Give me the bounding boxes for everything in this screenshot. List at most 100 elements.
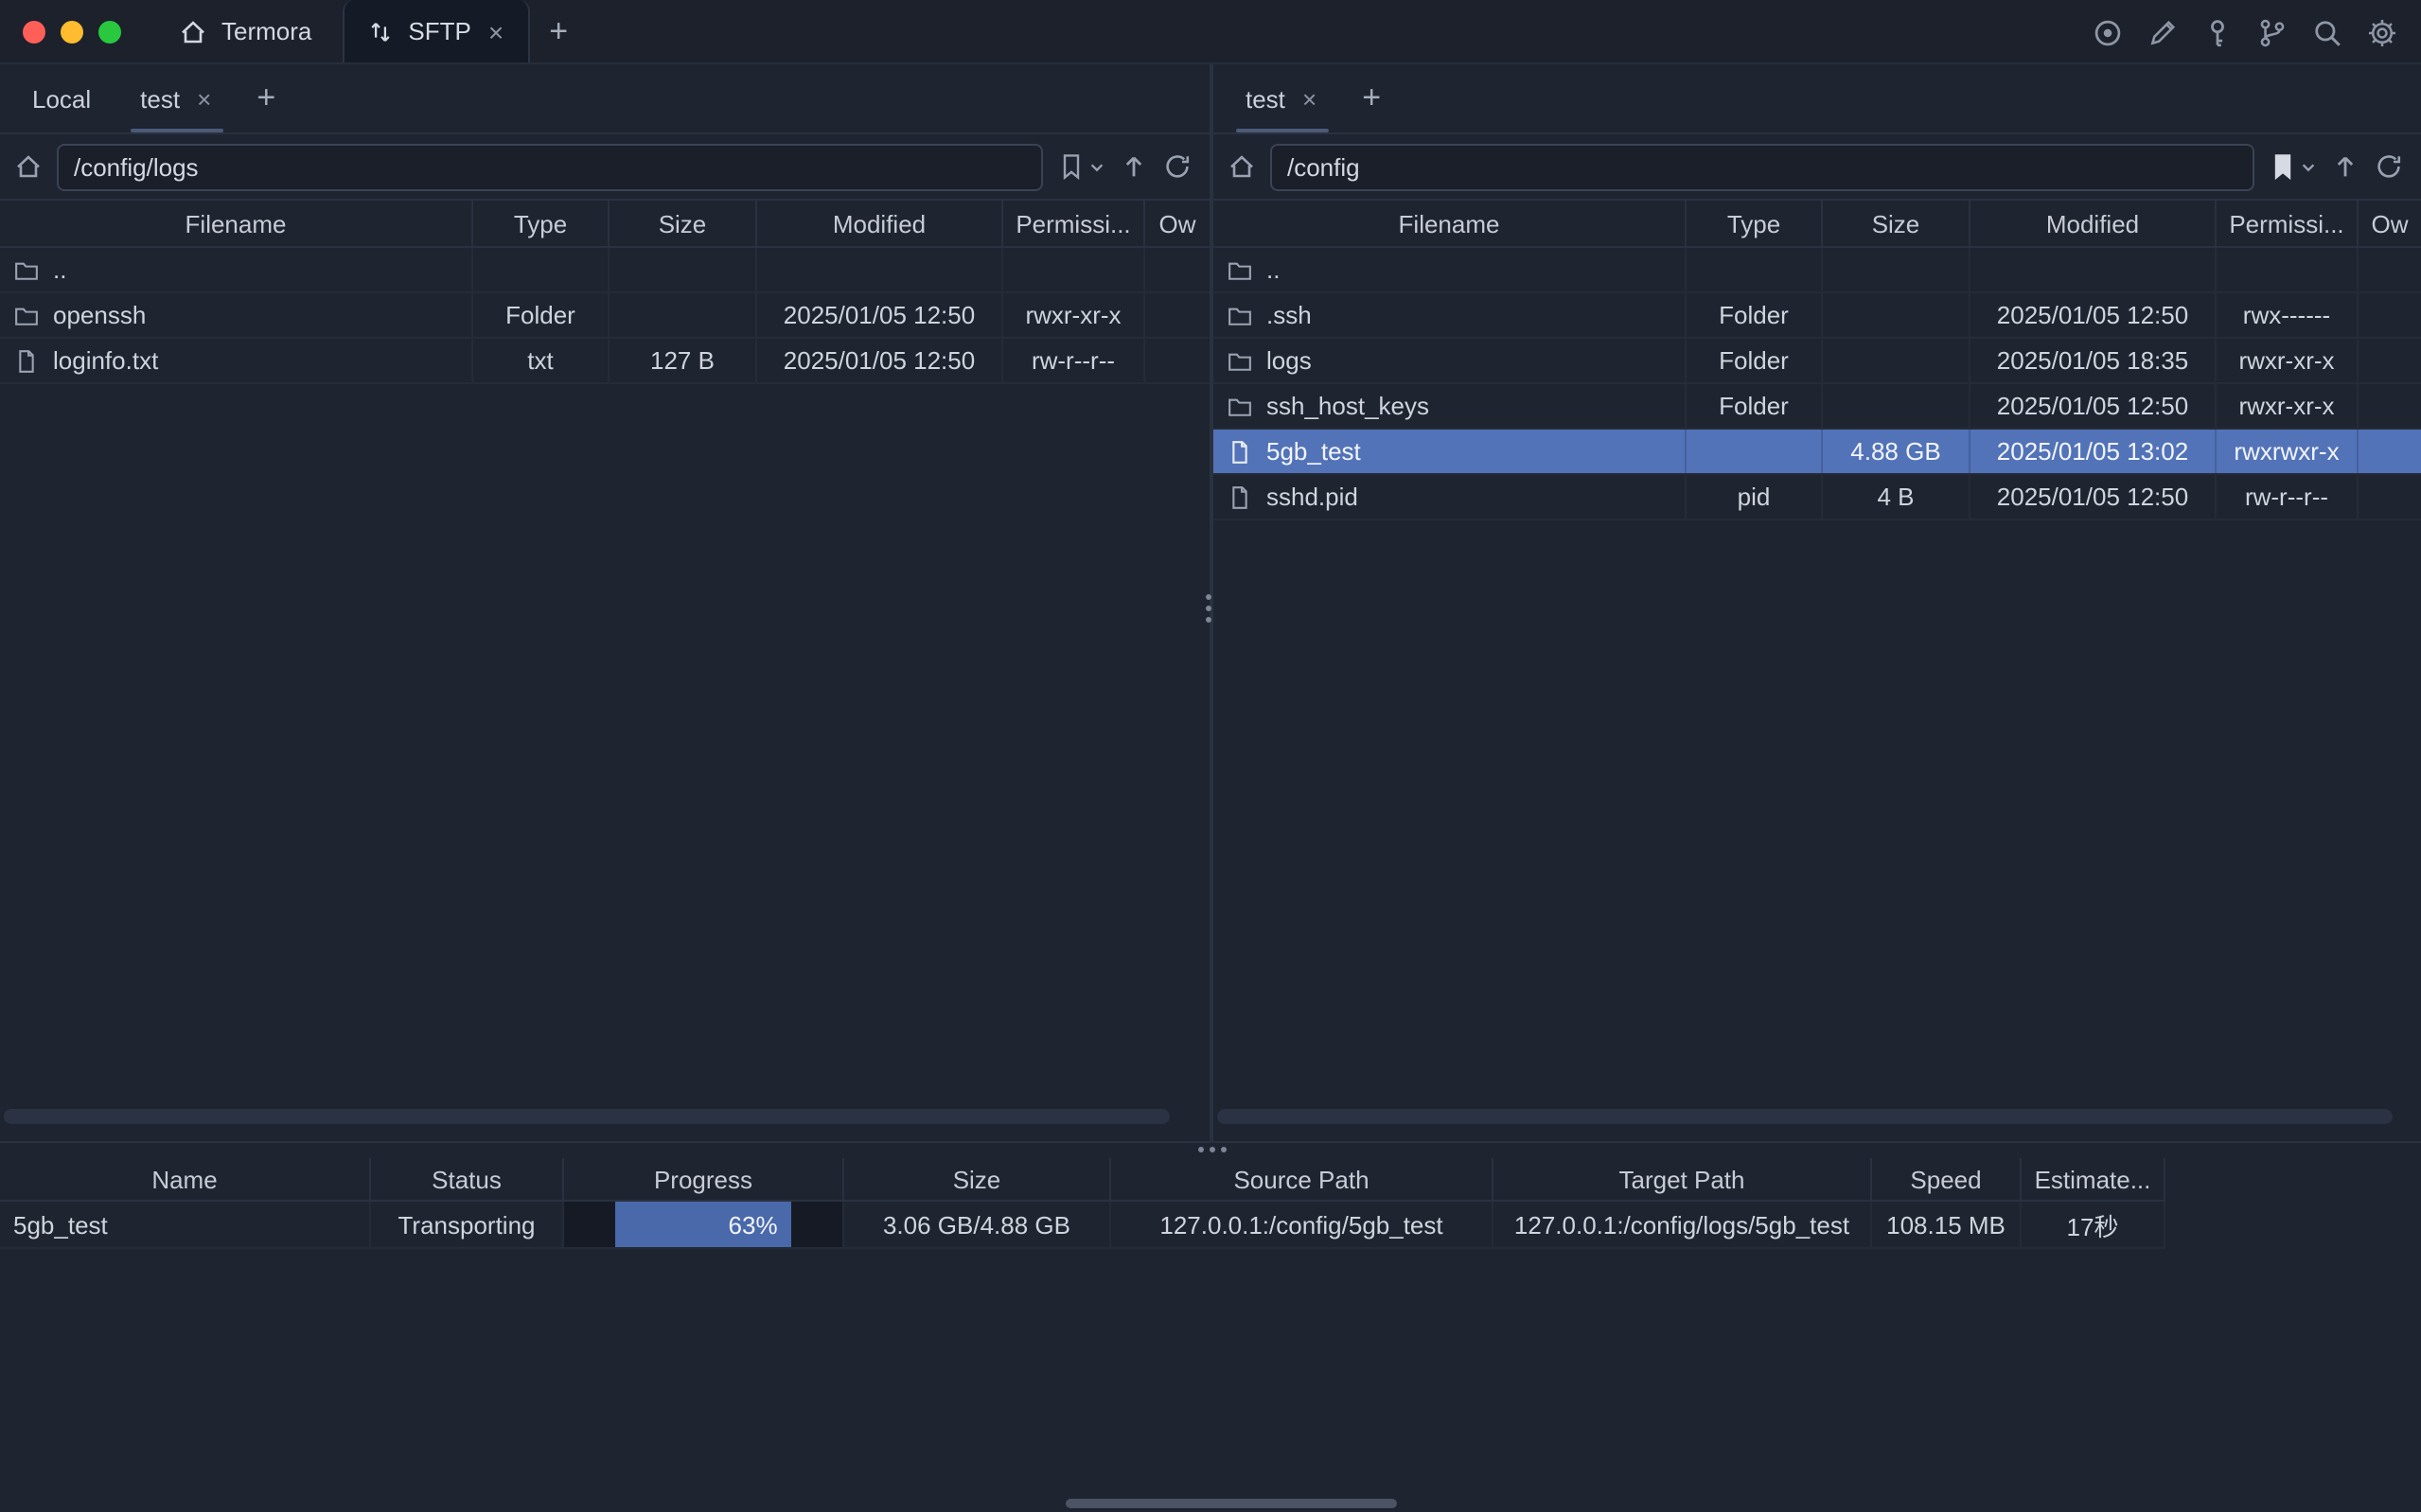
header-type[interactable]: Type	[473, 201, 610, 246]
pane-splitter[interactable]	[1210, 64, 1213, 1141]
home-directory-button[interactable]	[13, 146, 44, 187]
cell-type: txt	[473, 339, 610, 382]
header-owner[interactable]: Ow	[2359, 201, 2421, 246]
header-size[interactable]: Size	[1823, 201, 1970, 246]
parent-directory-button[interactable]	[1119, 146, 1149, 187]
file-icon	[1227, 438, 1253, 465]
cell-size	[1823, 384, 1970, 428]
parent-directory-button[interactable]	[2330, 146, 2360, 187]
right-path-input[interactable]	[1270, 143, 2254, 190]
header-source-path[interactable]: Source Path	[1111, 1158, 1493, 1200]
file-row-5gb-test-selected[interactable]: 5gb_test 4.88 GB 2025/01/05 13:02 rwxrwx…	[1213, 430, 2421, 475]
cell-target-path: 127.0.0.1:/config/logs/5gb_test	[1493, 1202, 1872, 1247]
new-tab-button[interactable]: +	[530, 0, 587, 62]
header-size[interactable]: Size	[610, 201, 757, 246]
cell-modified: 2025/01/05 12:50	[757, 293, 1003, 337]
cell-permissions: rwx------	[2217, 293, 2359, 337]
traffic-lights	[0, 0, 148, 62]
key-icon[interactable]	[2201, 16, 2234, 48]
termora-window: Termora SFTP × + Local test	[0, 0, 2421, 1512]
minimize-window-button[interactable]	[61, 20, 83, 43]
file-row-loginfo[interactable]: loginfo.txt txt 127 B 2025/01/05 12:50 r…	[0, 339, 1210, 384]
transfer-panel-splitter[interactable]	[0, 1143, 2421, 1158]
cell-owner	[1145, 293, 1210, 337]
cell-size	[1823, 339, 1970, 382]
settings-gear-icon[interactable]	[2366, 16, 2398, 48]
file-row-openssh[interactable]: openssh Folder 2025/01/05 12:50 rwxr-xr-…	[0, 293, 1210, 339]
refresh-icon	[2374, 151, 2404, 182]
bookmark-button[interactable]	[2268, 146, 2317, 187]
header-owner[interactable]: Ow	[1145, 201, 1210, 246]
zoom-window-button[interactable]	[98, 20, 121, 43]
left-path-input[interactable]	[57, 143, 1043, 190]
file-row-parent-dir[interactable]: ..	[1213, 248, 2421, 293]
progress-label: 63%	[729, 1210, 778, 1239]
refresh-button[interactable]	[1162, 146, 1193, 187]
file-row-ssh-host-keys[interactable]: ssh_host_keys Folder 2025/01/05 12:50 rw…	[1213, 384, 2421, 430]
cell-status: Transporting	[371, 1202, 564, 1247]
tab-test-left[interactable]: test ×	[115, 64, 238, 132]
tab-local[interactable]: Local	[8, 64, 115, 132]
header-modified[interactable]: Modified	[757, 201, 1003, 246]
header-modified[interactable]: Modified	[1970, 201, 2217, 246]
cell-permissions: rwxr-xr-x	[2217, 384, 2359, 428]
sftp-dual-pane: Local test × + Filename	[0, 64, 2421, 1143]
header-progress[interactable]: Progress	[564, 1158, 844, 1200]
header-estimate[interactable]: Estimate...	[2022, 1158, 2165, 1200]
window-horizontal-scrollbar[interactable]	[1066, 1499, 1397, 1508]
cell-owner	[2359, 430, 2421, 473]
right-horizontal-scrollbar[interactable]	[1217, 1109, 2417, 1124]
header-permissions[interactable]: Permissi...	[2217, 201, 2359, 246]
folder-icon	[13, 256, 40, 283]
header-permissions[interactable]: Permissi...	[1003, 201, 1145, 246]
record-icon[interactable]	[2092, 16, 2124, 48]
close-tab-icon[interactable]: ×	[195, 86, 213, 111]
close-window-button[interactable]	[23, 20, 45, 43]
edit-icon[interactable]	[2147, 16, 2179, 48]
cell-type: Folder	[1687, 384, 1823, 428]
tab-local-label: Local	[32, 84, 91, 113]
tab-test-right[interactable]: test ×	[1221, 64, 1343, 132]
add-session-tab-button[interactable]: +	[1343, 64, 1400, 132]
tab-termora[interactable]: Termora	[148, 0, 342, 62]
file-row-parent-dir[interactable]: ..	[0, 248, 1210, 293]
file-row-sshd-pid[interactable]: sshd.pid pid 4 B 2025/01/05 12:50 rw-r--…	[1213, 475, 2421, 520]
close-tab-icon[interactable]: ×	[1300, 86, 1318, 111]
folder-icon	[1227, 302, 1253, 328]
tab-termora-label: Termora	[221, 17, 311, 45]
cell-permissions	[1003, 248, 1145, 291]
transfer-row-5gb-test[interactable]: 5gb_test Transporting 63% 3.06 GB/4.88 G…	[0, 1202, 2165, 1249]
file-row-ssh[interactable]: .ssh Folder 2025/01/05 12:50 rwx------	[1213, 293, 2421, 339]
refresh-button[interactable]	[2374, 146, 2404, 187]
cell-filename: loginfo.txt	[0, 339, 473, 382]
left-file-pane: Local test × + Filename	[0, 64, 1210, 1141]
cell-type	[473, 248, 610, 291]
tab-sftp[interactable]: SFTP ×	[342, 0, 530, 62]
home-icon	[178, 16, 208, 46]
header-target-path[interactable]: Target Path	[1493, 1158, 1872, 1200]
chevron-down-icon	[1088, 158, 1105, 175]
file-row-logs[interactable]: logs Folder 2025/01/05 18:35 rwxr-xr-x	[1213, 339, 2421, 384]
add-session-tab-button[interactable]: +	[238, 64, 294, 132]
header-size[interactable]: Size	[844, 1158, 1111, 1200]
header-filename[interactable]: Filename	[0, 201, 473, 246]
header-type[interactable]: Type	[1687, 201, 1823, 246]
header-speed[interactable]: Speed	[1872, 1158, 2022, 1200]
tab-sftp-label: SFTP	[408, 17, 470, 45]
cell-filename: 5gb_test	[1213, 430, 1687, 473]
home-directory-button[interactable]	[1227, 146, 1257, 187]
close-tab-icon[interactable]: ×	[486, 18, 505, 44]
header-name[interactable]: Name	[0, 1158, 371, 1200]
header-status[interactable]: Status	[371, 1158, 564, 1200]
cell-type: pid	[1687, 475, 1823, 519]
git-branch-icon[interactable]	[2256, 16, 2288, 48]
add-icon: +	[256, 79, 275, 117]
left-horizontal-scrollbar[interactable]	[4, 1109, 1206, 1124]
bookmark-button[interactable]	[1056, 146, 1105, 187]
filename-label: .ssh	[1266, 301, 1312, 329]
search-icon[interactable]	[2311, 16, 2343, 48]
cell-permissions: rwxr-xr-x	[2217, 339, 2359, 382]
folder-icon	[13, 302, 40, 328]
folder-icon	[1227, 393, 1253, 419]
header-filename[interactable]: Filename	[1213, 201, 1687, 246]
